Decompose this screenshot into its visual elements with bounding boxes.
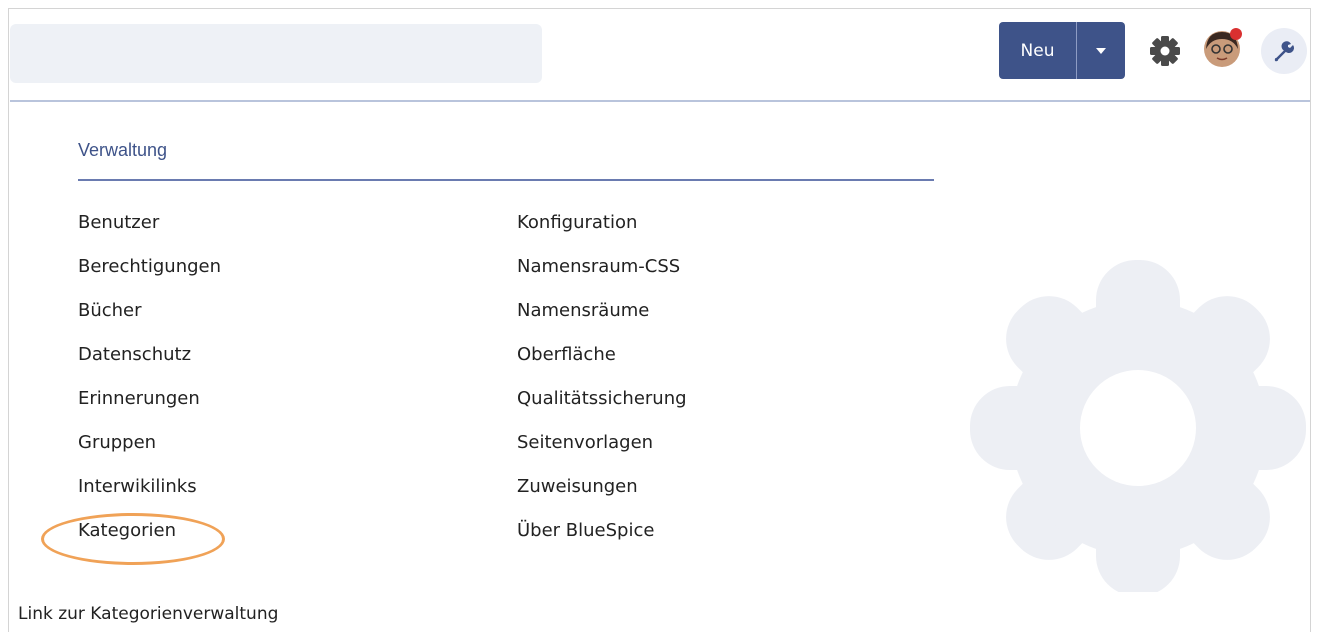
image-caption: Link zur Kategorienverwaltung: [18, 604, 279, 624]
link-zuweisungen[interactable]: Zuweisungen: [517, 474, 687, 518]
link-ueber-bluespice[interactable]: Über BlueSpice: [517, 518, 687, 562]
notification-dot: [1230, 28, 1242, 40]
new-button-label[interactable]: Neu: [999, 22, 1077, 79]
link-buecher[interactable]: Bücher: [78, 298, 221, 342]
link-berechtigungen[interactable]: Berechtigungen: [78, 254, 221, 298]
new-button[interactable]: Neu: [999, 22, 1125, 79]
avatar[interactable]: [1203, 27, 1245, 69]
link-kategorien[interactable]: Kategorien: [78, 518, 221, 562]
wrench-icon: [1274, 41, 1294, 62]
panel-divider: [78, 179, 934, 181]
admin-links-column-1: Benutzer Berechtigungen Bücher Datenschu…: [78, 210, 221, 562]
new-dropdown-toggle[interactable]: [1077, 22, 1125, 79]
link-gruppen[interactable]: Gruppen: [78, 430, 221, 474]
tools-button[interactable]: [1261, 28, 1307, 74]
link-qualitaetssicherung[interactable]: Qualitätssicherung: [517, 386, 687, 430]
link-interwikilinks[interactable]: Interwikilinks: [78, 474, 221, 518]
link-namensraeume[interactable]: Namensräume: [517, 298, 687, 342]
link-namensraum-css[interactable]: Namensraum-CSS: [517, 254, 687, 298]
admin-links-column-2: Konfiguration Namensraum-CSS Namensräume…: [517, 210, 687, 562]
search-input[interactable]: [10, 24, 542, 83]
top-bar: Neu: [10, 10, 1310, 102]
background-gear-icon: [970, 260, 1306, 592]
link-datenschutz[interactable]: Datenschutz: [78, 342, 221, 386]
panel-title: Verwaltung: [78, 140, 168, 160]
gear-icon[interactable]: [1148, 34, 1182, 68]
link-benutzer[interactable]: Benutzer: [78, 210, 221, 254]
caret-down-icon: [1096, 47, 1106, 54]
link-konfiguration[interactable]: Konfiguration: [517, 210, 687, 254]
screenshot: Neu Verwaltung Benutzer Berechtigungen B…: [10, 10, 1310, 592]
link-oberflaeche[interactable]: Oberfläche: [517, 342, 687, 386]
link-erinnerungen[interactable]: Erinnerungen: [78, 386, 221, 430]
link-seitenvorlagen[interactable]: Seitenvorlagen: [517, 430, 687, 474]
